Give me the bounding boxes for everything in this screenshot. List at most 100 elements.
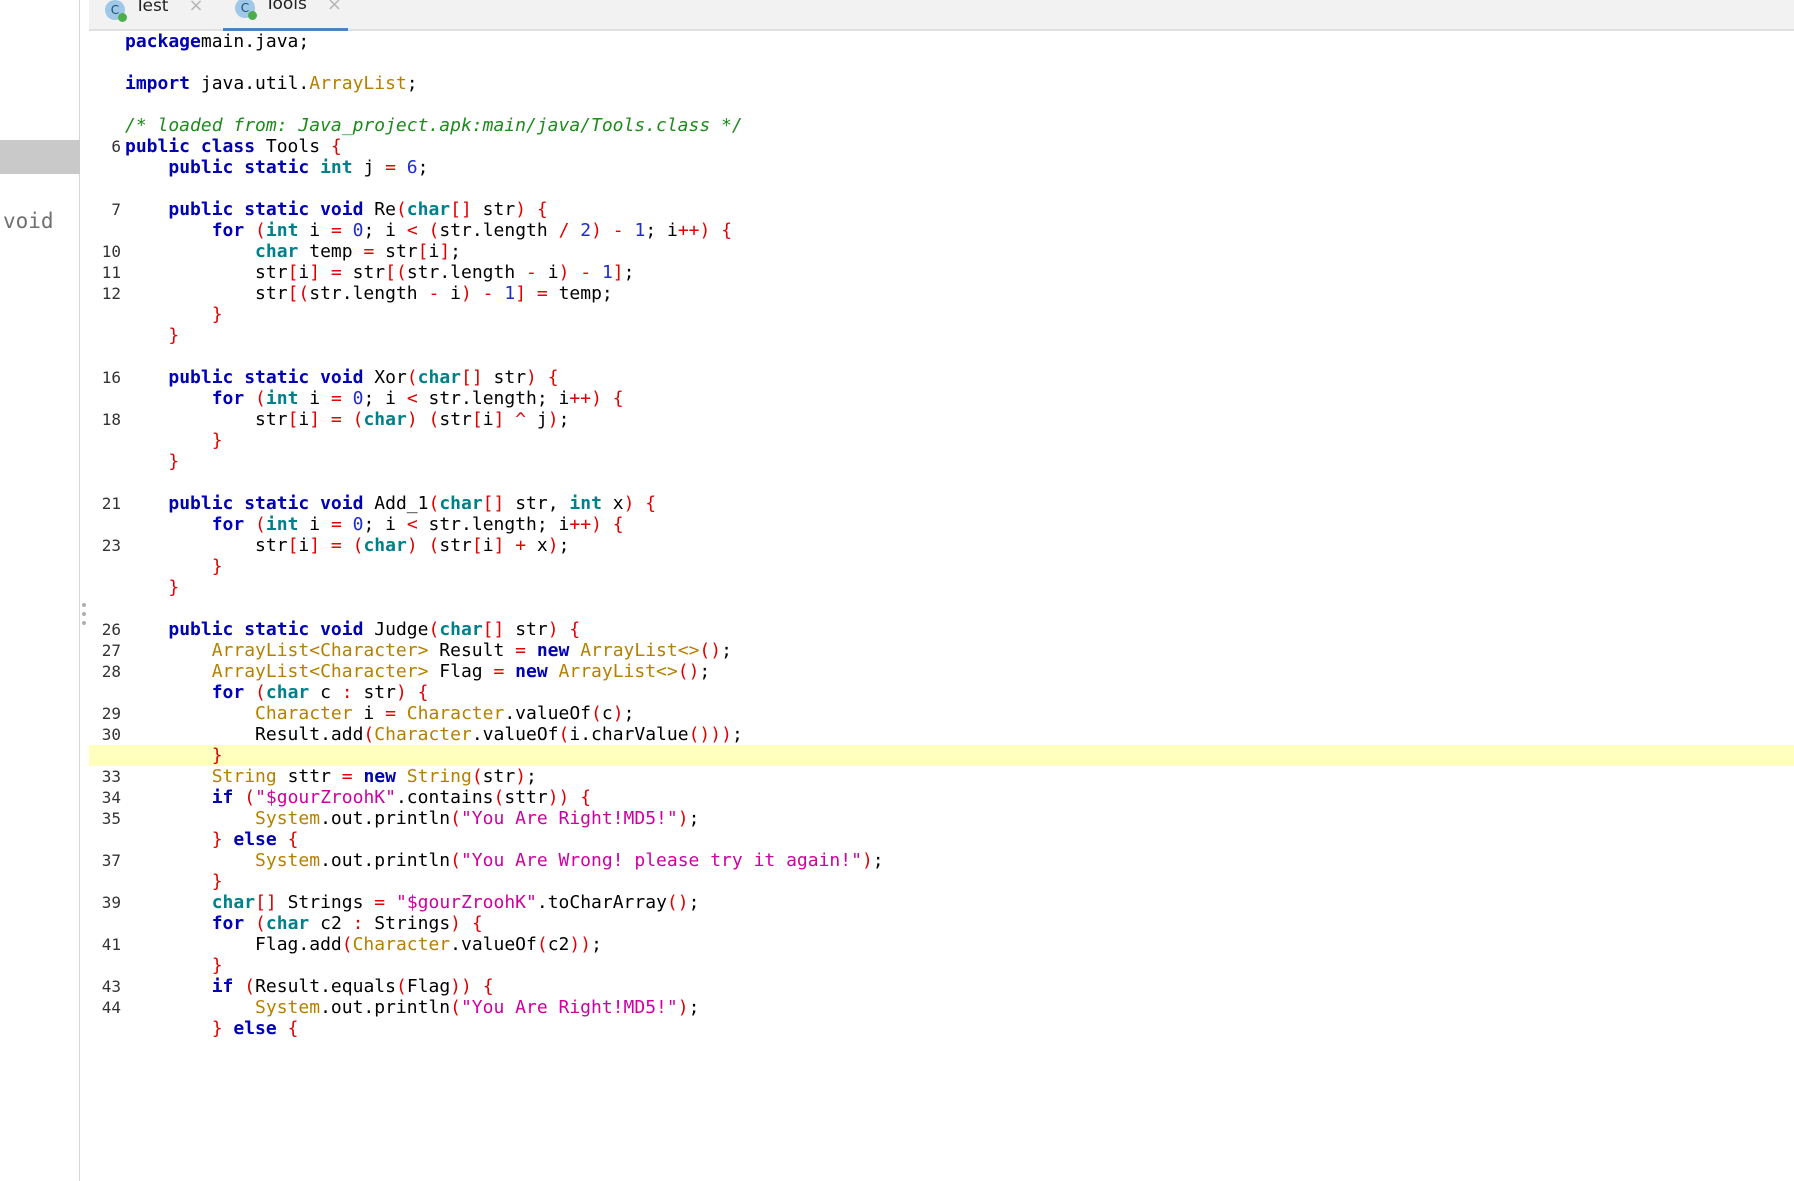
code-token: ( [363, 724, 375, 745]
code-token: str.length; i [417, 388, 570, 409]
code-line[interactable]: } [89, 871, 1794, 892]
code-line[interactable]: 30 Result.add(Character.valueOf(i.charVa… [89, 724, 1794, 745]
code-text: } [125, 577, 179, 598]
code-line[interactable]: 41 Flag.add(Character.valueOf(c2)); [89, 934, 1794, 955]
code-line[interactable] [89, 598, 1794, 619]
code-token: ( [406, 367, 418, 388]
code-line[interactable]: packagemain.java; [89, 31, 1794, 52]
code-token: { [601, 388, 624, 409]
code-token: < [406, 388, 418, 409]
code-line[interactable]: 6 public class Tools { [89, 136, 1794, 157]
code-line[interactable] [89, 94, 1794, 115]
code-line[interactable]: 12 str[(str.length - i) - 1] = temp; [89, 283, 1794, 304]
code-line[interactable]: } [89, 577, 1794, 598]
code-line[interactable]: 37 System.out.println("You Are Wrong! pl… [89, 850, 1794, 871]
code-text: if ("$gourZroohK".contains(sttr)) { [125, 787, 591, 808]
line-number: 7 [111, 200, 121, 219]
code-line[interactable]: } else { [89, 829, 1794, 850]
code-line[interactable]: } [89, 955, 1794, 976]
code-line[interactable]: for (char c : str) { [89, 682, 1794, 703]
code-line[interactable]: 28 ArrayList<Character> Flag = new Array… [89, 661, 1794, 682]
code-token: ( [558, 724, 570, 745]
code-line[interactable]: } [89, 325, 1794, 346]
code-token: ( [341, 535, 364, 556]
code-line[interactable]: 7 public static void Re(char[] str) { [89, 199, 1794, 220]
code-token: = [493, 661, 505, 682]
code-line[interactable]: } [89, 745, 1794, 766]
code-line[interactable]: 10 char temp = str[i]; [89, 241, 1794, 262]
code-token: Character [395, 703, 505, 724]
code-line[interactable]: 16 public static void Xor(char[] str) { [89, 367, 1794, 388]
close-icon[interactable]: × [188, 0, 203, 16]
code-token: char [265, 682, 310, 703]
code-editor[interactable]: packagemain.java; import java.util.ArrayL… [89, 31, 1794, 1181]
code-token: char [439, 493, 483, 514]
code-token: char [363, 409, 407, 430]
code-token: 0 [341, 388, 364, 409]
line-number: 37 [101, 851, 121, 870]
code-text: str[i] = str[(str.length - i) - 1]; [125, 262, 634, 283]
code-line[interactable]: } [89, 304, 1794, 325]
code-line[interactable]: 34 if ("$gourZroohK".contains(sttr)) { [89, 787, 1794, 808]
code-line[interactable]: } [89, 430, 1794, 451]
code-line[interactable]: for (int i = 0; i < str.length; i++) { [89, 388, 1794, 409]
code-token: ; [623, 703, 635, 724]
tab-test[interactable]: C Test × [105, 0, 204, 31]
code-line[interactable]: 21 public static void Add_1(char[] str, … [89, 493, 1794, 514]
code-token: System [255, 808, 321, 829]
close-icon[interactable]: × [327, 0, 342, 15]
code-token: i [536, 262, 559, 283]
code-token: } [168, 325, 180, 346]
code-line[interactable]: for (int i = 0; i < (str.length / 2) - 1… [89, 220, 1794, 241]
code-line[interactable]: 27 ArrayList<Character> Result = new Arr… [89, 640, 1794, 661]
code-line[interactable] [89, 472, 1794, 493]
code-line[interactable]: for (int i = 0; i < str.length; i++) { [89, 514, 1794, 535]
code-token: str [341, 262, 386, 283]
code-token: Strings [276, 892, 375, 913]
code-line[interactable]: 18 str[i] = (char) (str[i] ^ j); [89, 409, 1794, 430]
code-token: ] [309, 409, 321, 430]
code-line[interactable]: /* loaded from: Java_project.apk:main/ja… [89, 115, 1794, 136]
code-text: ArrayList<Character> Result = new ArrayL… [125, 640, 732, 661]
editor-tab-bar: C Test × C Tools × [89, 0, 1794, 31]
tab-tools[interactable]: C Tools × [223, 0, 348, 31]
code-token: { [276, 829, 299, 850]
code-line[interactable]: } [89, 556, 1794, 577]
code-token: str [439, 409, 472, 430]
code-line[interactable]: 44 System.out.println("You Are Right!MD5… [89, 997, 1794, 1018]
panel-resize-handle[interactable] [82, 603, 88, 633]
code-line[interactable] [89, 346, 1794, 367]
code-token: = [320, 535, 342, 556]
code-line[interactable] [89, 178, 1794, 199]
code-line[interactable]: 43 if (Result.equals(Flag)) { [89, 976, 1794, 997]
java-class-icon: C [235, 0, 257, 20]
code-line[interactable]: 26 public static void Judge(char[] str) … [89, 619, 1794, 640]
code-token: x [601, 493, 624, 514]
code-line[interactable]: 35 System.out.println("You Are Right!MD5… [89, 808, 1794, 829]
left-panel-selected-row[interactable] [0, 140, 80, 174]
code-line[interactable]: 39 char[] Strings = "$gourZroohK".toChar… [89, 892, 1794, 913]
code-line[interactable] [89, 52, 1794, 73]
code-line[interactable]: } [89, 451, 1794, 472]
code-line[interactable]: } else { [89, 1018, 1794, 1039]
code-line[interactable]: public static int j = 6; [89, 157, 1794, 178]
code-token: = [374, 892, 386, 913]
code-line[interactable]: 33 String sttr = new String(str); [89, 766, 1794, 787]
code-line[interactable]: for (char c2 : Strings) { [89, 913, 1794, 934]
code-line[interactable]: 29 Character i = Character.valueOf(c); [89, 703, 1794, 724]
code-token: ] [439, 241, 451, 262]
code-line[interactable]: 11 str[i] = str[(str.length - i) - 1]; [89, 262, 1794, 283]
code-line[interactable]: 23 str[i] = (char) (str[i] + x); [89, 535, 1794, 556]
code-line[interactable]: import java.util.ArrayList; [89, 73, 1794, 94]
code-token: for [211, 220, 245, 241]
code-text: import java.util.ArrayList; [125, 73, 418, 94]
code-text: if (Result.equals(Flag)) { [125, 976, 494, 997]
code-token: ) [515, 766, 527, 787]
code-token: [ [287, 409, 299, 430]
code-token: ++ [677, 220, 700, 241]
left-panel-partial-text: void [3, 209, 54, 233]
code-text: } [125, 871, 223, 892]
